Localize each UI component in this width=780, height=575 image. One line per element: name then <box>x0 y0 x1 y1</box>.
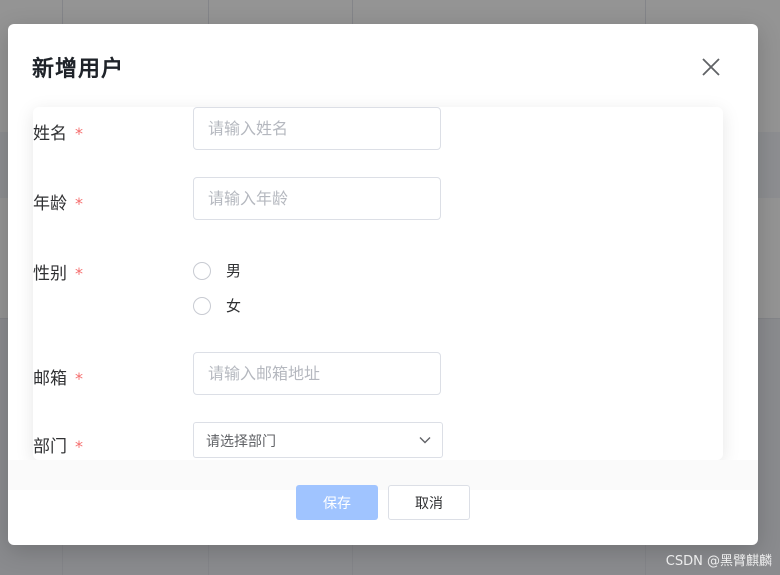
required-mark: * <box>75 194 83 213</box>
age-label: 年龄 * <box>33 189 83 214</box>
department-label-text: 部门 <box>33 437 67 457</box>
gender-label-text: 性别 <box>33 264 67 284</box>
user-form: 姓名 * 年龄 * 性别 * 男 女 <box>33 107 723 460</box>
radio-circle[interactable] <box>193 296 211 315</box>
department-select-placeholder: 请选择部门 <box>206 434 276 450</box>
radio-label: 男 <box>226 262 242 280</box>
name-input[interactable] <box>193 107 441 150</box>
dialog-footer <box>8 460 758 490</box>
watermark: CSDN @黑臂麒麟 <box>665 554 772 569</box>
gender-radio-male[interactable]: 男 <box>193 260 241 281</box>
email-label: 邮箱 * <box>33 364 83 389</box>
age-label-text: 年龄 <box>33 194 67 214</box>
age-input[interactable] <box>193 177 441 220</box>
gender-radio-female[interactable]: 女 <box>193 295 241 316</box>
email-label-text: 邮箱 <box>33 369 67 389</box>
name-label-text: 姓名 <box>33 124 67 144</box>
radio-label: 女 <box>226 297 242 315</box>
cancel-button[interactable]: 取消 <box>388 485 470 520</box>
save-button[interactable]: 保存 <box>296 485 378 520</box>
department-select[interactable]: 请选择部门 <box>193 422 443 458</box>
required-mark: * <box>75 124 83 143</box>
required-mark: * <box>75 264 83 283</box>
department-label: 部门 * <box>33 432 83 457</box>
required-mark: * <box>75 437 83 456</box>
chevron-down-icon[interactable] <box>418 433 432 447</box>
close-icon[interactable] <box>700 56 722 78</box>
gender-label: 性别 * <box>33 259 83 284</box>
name-label: 姓名 * <box>33 119 83 144</box>
required-mark: * <box>75 369 83 388</box>
radio-circle[interactable] <box>193 261 211 280</box>
dialog-title: 新增用户 <box>32 57 125 82</box>
add-user-dialog: 新增用户 姓名 * 年龄 * 性别 * 男 <box>8 24 758 545</box>
email-input[interactable] <box>193 352 441 395</box>
